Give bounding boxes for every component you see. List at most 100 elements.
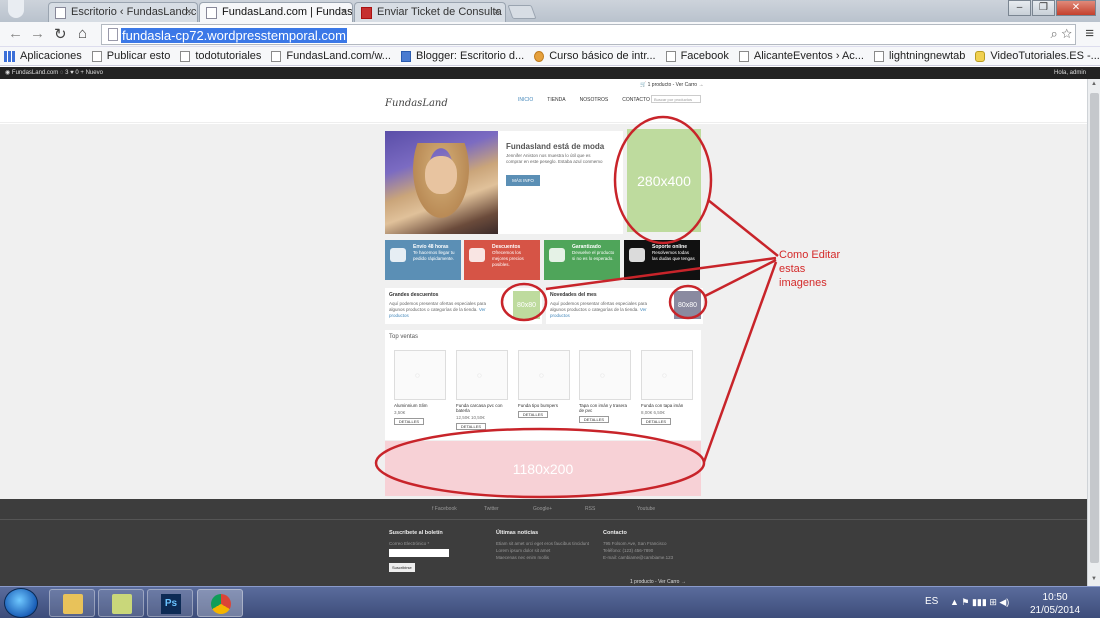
page-icon <box>738 50 749 62</box>
back-arrow-icon[interactable]: ← <box>8 25 23 42</box>
restore-icon[interactable]: ❐ <box>1032 0 1055 16</box>
bookmark-item[interactable]: VideoTutoriales.ES -... <box>975 50 1100 62</box>
site-search-input[interactable]: Buscar por productos <box>651 95 701 103</box>
product-card[interactable]: ◌ Funda tipo bumpers DETALLES <box>518 350 570 418</box>
clock-time: 10:50 <box>1042 592 1068 603</box>
nav-item[interactable]: NOSOTROS <box>580 97 609 103</box>
scroll-up-icon[interactable]: ▲ <box>1091 81 1097 87</box>
taskbar-chrome[interactable] <box>197 589 243 617</box>
product-card[interactable]: ◌ Funda carcasa pvc con baterla 12,50€ 10,… <box>456 350 508 430</box>
page-scrollbar[interactable]: ▲ ▼ <box>1087 79 1100 586</box>
url-text[interactable]: fundasla-cp72.wordpresstemporal.com <box>121 28 347 43</box>
bookmark-item[interactable]: Publicar esto <box>91 50 170 62</box>
bookmark-item[interactable]: todotutoriales <box>180 50 261 62</box>
windows-start-icon[interactable] <box>4 588 38 618</box>
bookmark-item[interactable]: Facebook <box>665 50 729 62</box>
news-item[interactable]: Etiam sit amet orci eget eros faucibus t… <box>496 540 589 547</box>
profile-avatar-icon[interactable] <box>8 0 24 18</box>
product-name[interactable]: Funda carcasa pvc con baterla <box>456 403 508 413</box>
admin-greeting[interactable]: Hola, admin <box>1054 67 1086 79</box>
product-name[interactable]: Tapa con imán y trasera de pvc <box>579 403 631 413</box>
site-logo[interactable]: FundasLand <box>385 98 448 109</box>
product-image[interactable]: ◌ <box>456 350 508 400</box>
taskbar-photoshop[interactable]: Ps <box>147 589 193 617</box>
scrollbar-thumb[interactable] <box>1090 93 1099 563</box>
product-card[interactable]: ◌ Tapa con imán y trasera de pvc DETALLES <box>579 350 631 423</box>
reload-icon[interactable]: ↻ <box>54 25 67 43</box>
folder-icon <box>63 594 83 614</box>
admin-bar-left[interactable]: ◉ FundasLand.com ◌ 3 ♥ 0 + Nuevo <box>5 70 103 76</box>
image-placeholder-icon: ◌ <box>600 371 605 380</box>
scroll-down-icon[interactable]: ▼ <box>1091 576 1097 582</box>
nav-item[interactable]: TIENDA <box>547 97 565 103</box>
product-card[interactable]: ◌ Aluminnium Slim 3,50€ DETALLES <box>394 350 446 425</box>
product-image[interactable]: ◌ <box>518 350 570 400</box>
language-indicator[interactable]: ES <box>925 596 938 607</box>
news-item[interactable]: Maecenas nec enim mollis <box>496 554 589 561</box>
feature-box[interactable]: Soporte online Resolvemos todas las dudas… <box>624 240 700 280</box>
feature-box[interactable]: Garantizado Devuelve el producto si no es… <box>544 240 620 280</box>
placeholder-80x80[interactable]: 80x80 <box>513 291 540 319</box>
product-details-button[interactable]: DETALLES <box>579 416 609 423</box>
bookmark-item[interactable]: Curso básico de intr... <box>534 50 656 62</box>
system-tray-icons[interactable]: ▲ ⚑ ▮▮▮ ⊞ ◀) <box>950 597 1009 608</box>
news-item[interactable]: Lorem ipsum dolor sit amet <box>496 547 589 554</box>
nav-item[interactable]: CONTACTO <box>622 97 650 103</box>
bookmark-item[interactable]: AlicanteEventos › Ac... <box>738 50 864 62</box>
library-icon <box>112 594 132 614</box>
product-details-button[interactable]: DETALLES <box>456 423 486 430</box>
product-card[interactable]: ◌ Funda con tapa imán 8,00€ 6,50€ DETALLES <box>641 350 693 425</box>
bookmark-item[interactable]: Blogger: Escritorio d... <box>400 50 524 62</box>
tab-ticket[interactable]: Enviar Ticket de Consulta × <box>354 2 506 22</box>
page-icon <box>180 50 191 62</box>
placeholder-banner-1180x200[interactable]: 1180x200 <box>385 441 701 496</box>
slider-text: Jennifer Aniston nos muestra lo útil que… <box>506 153 603 164</box>
tab-strip: Escritorio ‹ FundasLand.co × FundasLand.… <box>0 0 1100 22</box>
contact-item: E-mail: cambiame@cambiame.123 <box>603 555 674 560</box>
product-image[interactable]: ◌ <box>641 350 693 400</box>
product-name[interactable]: Funda con tapa imán <box>641 403 693 408</box>
close-window-icon[interactable]: ✕ <box>1056 0 1096 16</box>
product-image[interactable]: ◌ <box>579 350 631 400</box>
address-bar[interactable]: fundasla-cp72.wordpresstemporal.com ⌕ ☆ <box>101 24 1076 45</box>
search-star-icons[interactable]: ⌕ ☆ <box>1051 26 1073 42</box>
bookmarks-bar: Aplicaciones Publicar esto todotutoriales F… <box>0 47 1100 66</box>
close-tab-icon[interactable]: × <box>186 6 192 18</box>
bookmark-item[interactable]: lightningnewtab <box>873 50 965 62</box>
close-tab-icon[interactable]: × <box>494 6 500 18</box>
product-details-button[interactable]: DETALLES <box>394 418 424 425</box>
forward-arrow-icon[interactable]: → <box>30 25 45 42</box>
social-link[interactable]: RSS <box>585 506 595 512</box>
product-name[interactable]: Aluminnium Slim <box>394 403 446 408</box>
tab-escritorio[interactable]: Escritorio ‹ FundasLand.co × <box>48 2 198 22</box>
social-link[interactable]: Google+ <box>533 506 552 512</box>
placeholder-280x400[interactable]: 280x400 <box>627 129 701 232</box>
product-image[interactable]: ◌ <box>394 350 446 400</box>
taskbar-clock[interactable]: 10:50 21/05/2014 <box>1030 591 1080 617</box>
newsletter-subscribe-button[interactable]: Suscribirse <box>389 563 415 572</box>
feature-box[interactable]: Descuentos Ofrecemos los mejores precios … <box>464 240 540 280</box>
product-details-button[interactable]: DETALLES <box>641 418 671 425</box>
slider-more-button[interactable]: MÁS INFO <box>506 175 540 186</box>
product-details-button[interactable]: DETALLES <box>518 411 548 418</box>
minimize-icon[interactable]: – <box>1008 0 1031 16</box>
taskbar-library[interactable] <box>98 589 144 617</box>
close-tab-icon[interactable]: × <box>341 6 347 18</box>
tab-fundasland[interactable]: FundasLand.com | Fundas × <box>199 2 353 22</box>
taskbar-explorer[interactable] <box>49 589 95 617</box>
footer-cart-link[interactable]: 1 producto - Ver Carro → <box>630 579 686 585</box>
product-name[interactable]: Funda tipo bumpers <box>518 403 570 408</box>
new-tab-button[interactable] <box>507 5 537 19</box>
bookmark-item[interactable]: Aplicaciones <box>4 50 82 62</box>
placeholder-80x80[interactable]: 80x80 <box>674 291 701 319</box>
social-link[interactable]: Youtube <box>637 506 655 512</box>
newsletter-email-input[interactable] <box>389 549 449 557</box>
bookmark-item[interactable]: FundasLand.com/w... <box>271 50 391 62</box>
chrome-menu-icon[interactable]: ≡ <box>1085 25 1094 42</box>
feature-box[interactable]: Envío 48 horas Te hacemos llegar tu pedid… <box>385 240 461 280</box>
nav-item[interactable]: INICIO <box>518 97 533 103</box>
social-link[interactable]: f Facebook <box>432 506 457 512</box>
social-link[interactable]: Twitter <box>484 506 499 512</box>
header-cart-link[interactable]: 🛒 1 producto - Ver Carro → <box>640 82 703 88</box>
home-icon[interactable]: ⌂ <box>78 25 87 42</box>
